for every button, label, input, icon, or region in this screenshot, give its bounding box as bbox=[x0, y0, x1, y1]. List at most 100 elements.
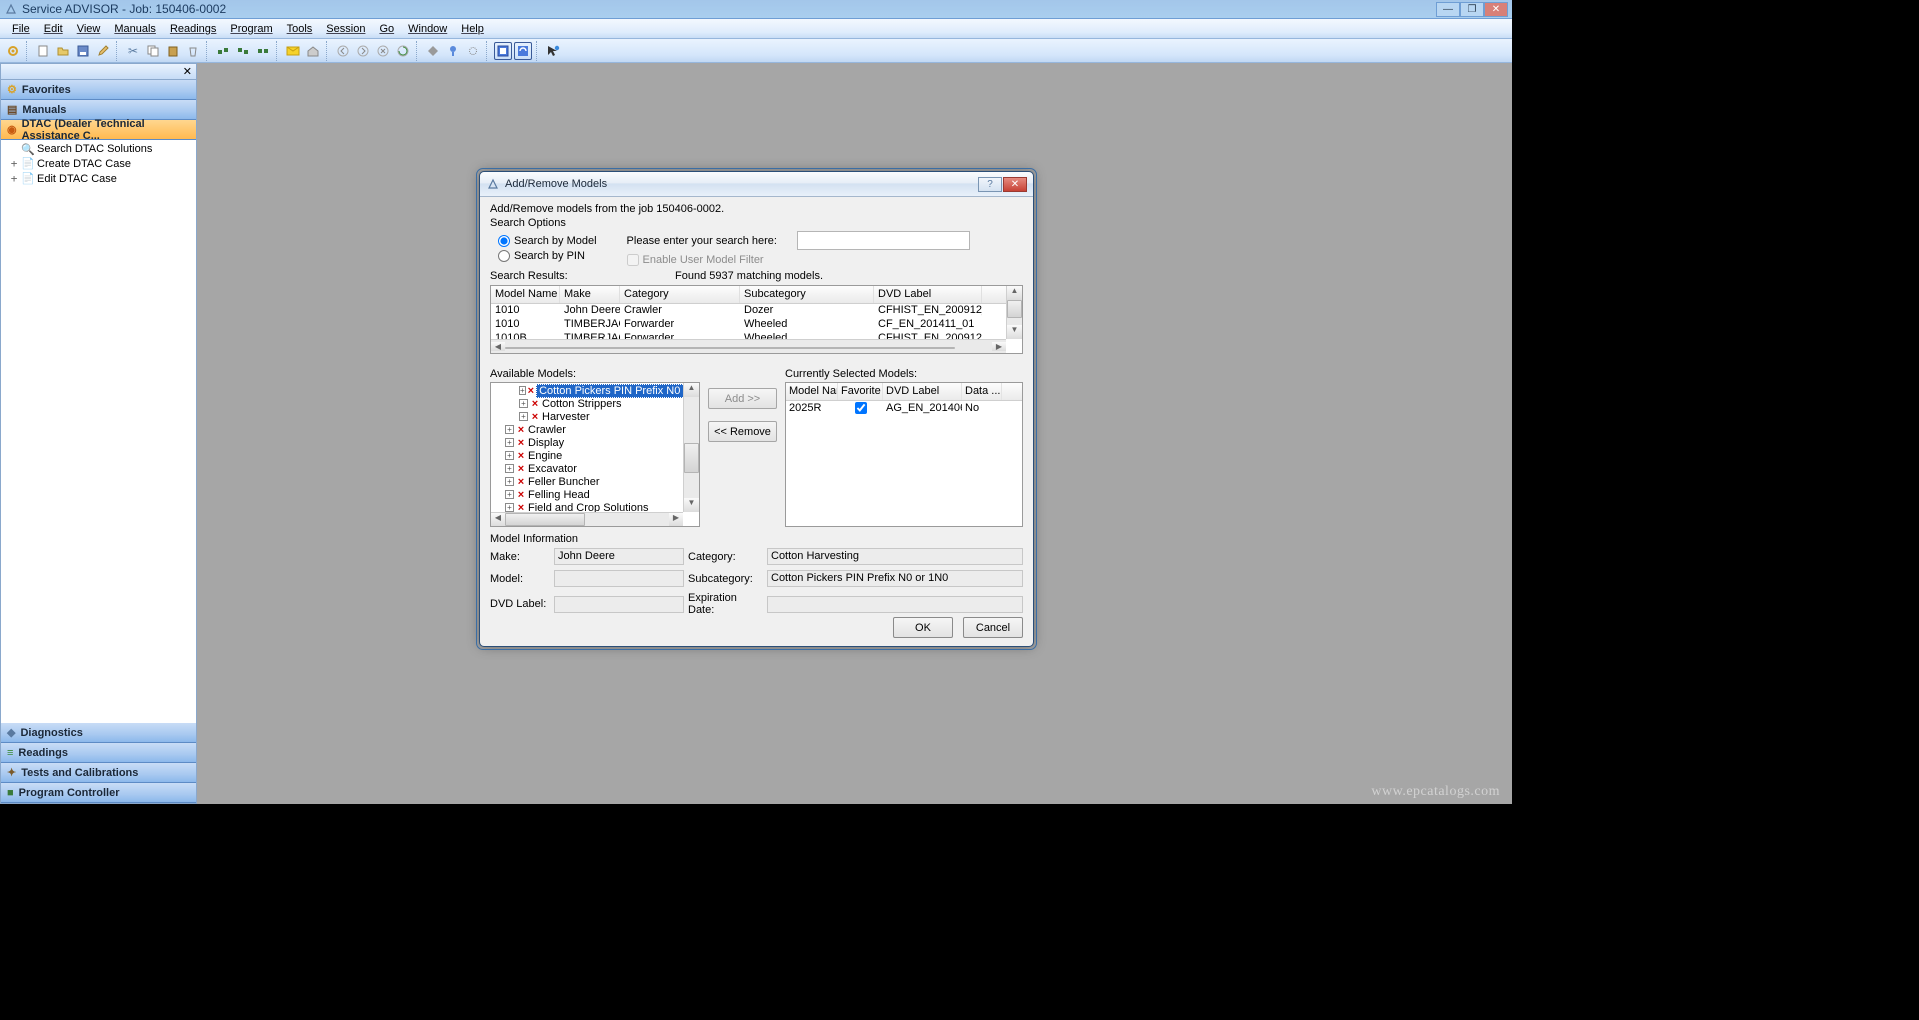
col-category[interactable]: Category bbox=[620, 286, 740, 303]
expand-icon[interactable]: + bbox=[505, 425, 514, 434]
avail-hscroll[interactable]: ◀▶ bbox=[491, 512, 683, 526]
sidebar-item-favorites[interactable]: ⚙ Favorites bbox=[1, 80, 196, 100]
menu-tools[interactable]: Tools bbox=[281, 21, 319, 37]
expand-icon[interactable]: + bbox=[505, 503, 514, 512]
selected-row[interactable]: 2025R AG_EN_201406... No bbox=[786, 401, 1022, 416]
dialog-help-button[interactable]: ? bbox=[978, 177, 1002, 192]
col-make[interactable]: Make bbox=[560, 286, 620, 303]
connect2-icon[interactable] bbox=[234, 42, 252, 60]
available-models-tree: +×Cotton Pickers PIN Prefix N0 or 1N+×Co… bbox=[490, 382, 700, 527]
menu-view[interactable]: View bbox=[71, 21, 107, 37]
tree-node[interactable]: +×Excavator bbox=[491, 462, 683, 475]
window-icon[interactable] bbox=[494, 42, 512, 60]
expand-icon[interactable]: + bbox=[505, 438, 514, 447]
fwd-icon[interactable] bbox=[354, 42, 372, 60]
sidebar-item-tests[interactable]: ✦ Tests and Calibrations bbox=[1, 763, 196, 783]
sel-col-model[interactable]: Model Name bbox=[786, 383, 838, 400]
menu-edit[interactable]: Edit bbox=[38, 21, 69, 37]
cut-icon[interactable]: ✂ bbox=[124, 42, 142, 60]
table-row[interactable]: 1010John DeereCrawlerDozerCFHIST_EN_2009… bbox=[491, 304, 1022, 318]
dialog-title: Add/Remove Models bbox=[505, 178, 977, 190]
sidebar-item-program[interactable]: ■ Program Controller bbox=[1, 783, 196, 803]
copy-icon[interactable] bbox=[144, 42, 162, 60]
results-table: Model Name Make Category Subcategory DVD… bbox=[490, 285, 1023, 354]
sidebar-close-icon[interactable]: ✕ bbox=[183, 65, 192, 78]
tree-item-edit-dtac[interactable]: + 📄 Edit DTAC Case bbox=[9, 171, 192, 186]
tree-node[interactable]: +×Field and Crop Solutions bbox=[491, 501, 683, 512]
tree-node[interactable]: +×Crawler bbox=[491, 423, 683, 436]
gear-icon: ⚙ bbox=[7, 83, 17, 96]
stop-icon[interactable] bbox=[374, 42, 392, 60]
expand-icon[interactable] bbox=[514, 42, 532, 60]
expand-icon[interactable]: + bbox=[519, 399, 528, 408]
expand-icon[interactable]: + bbox=[505, 451, 514, 460]
cancel-button[interactable]: Cancel bbox=[963, 617, 1023, 638]
results-vscroll[interactable]: ▲▼ bbox=[1006, 286, 1022, 339]
tree-item-create-dtac[interactable]: + 📄 Create DTAC Case bbox=[9, 156, 192, 171]
tree-node[interactable]: +×Cotton Pickers PIN Prefix N0 or 1N bbox=[491, 384, 683, 397]
settings-icon[interactable] bbox=[464, 42, 482, 60]
mail-icon[interactable] bbox=[284, 42, 302, 60]
expand-icon[interactable]: + bbox=[519, 412, 528, 421]
sel-col-fav[interactable]: Favorite bbox=[838, 383, 883, 400]
refresh-icon[interactable] bbox=[394, 42, 412, 60]
col-model[interactable]: Model Name bbox=[491, 286, 560, 303]
radio-search-by-pin[interactable]: Search by PIN bbox=[498, 250, 597, 262]
tree-node[interactable]: +×Display bbox=[491, 436, 683, 449]
search-input[interactable] bbox=[797, 231, 970, 250]
remove-button[interactable]: << Remove bbox=[708, 421, 777, 442]
ok-button[interactable]: OK bbox=[893, 617, 953, 638]
save-icon[interactable] bbox=[74, 42, 92, 60]
sidebar-item-readings[interactable]: ≡ Readings bbox=[1, 743, 196, 763]
trash-icon[interactable] bbox=[184, 42, 202, 60]
sidebar-item-diagnostics[interactable]: ◆ Diagnostics bbox=[1, 723, 196, 743]
menu-manuals[interactable]: Manuals bbox=[108, 21, 162, 37]
minimize-button[interactable]: — bbox=[1436, 2, 1460, 17]
open-icon[interactable] bbox=[54, 42, 72, 60]
tree-node[interactable]: +×Cotton Strippers bbox=[491, 397, 683, 410]
home-icon[interactable] bbox=[304, 42, 322, 60]
sel-col-data[interactable]: Data ... bbox=[962, 383, 1002, 400]
connect1-icon[interactable] bbox=[214, 42, 232, 60]
gear-icon[interactable] bbox=[4, 42, 22, 60]
back-icon[interactable] bbox=[334, 42, 352, 60]
menu-readings[interactable]: Readings bbox=[164, 21, 222, 37]
tree-node[interactable]: +×Harvester bbox=[491, 410, 683, 423]
sidebar-item-dtac[interactable]: ◉ DTAC (Dealer Technical Assistance C... bbox=[1, 120, 196, 140]
expand-icon[interactable]: + bbox=[519, 386, 526, 395]
new-icon[interactable] bbox=[34, 42, 52, 60]
tool-bar: ✂ bbox=[0, 39, 1512, 63]
results-hscroll[interactable]: ◀▶ bbox=[491, 339, 1006, 353]
connect3-icon[interactable] bbox=[254, 42, 272, 60]
dialog-icon bbox=[486, 177, 500, 191]
paste-icon[interactable] bbox=[164, 42, 182, 60]
menu-go[interactable]: Go bbox=[373, 21, 400, 37]
dialog-close-button[interactable]: ✕ bbox=[1003, 177, 1027, 192]
col-subcategory[interactable]: Subcategory bbox=[740, 286, 874, 303]
diamond-icon[interactable] bbox=[424, 42, 442, 60]
expand-icon[interactable]: + bbox=[505, 477, 514, 486]
add-button[interactable]: Add >> bbox=[708, 388, 777, 409]
tree-node[interactable]: +×Feller Buncher bbox=[491, 475, 683, 488]
menu-file[interactable]: File bbox=[6, 21, 36, 37]
cursor-help-icon[interactable] bbox=[544, 42, 562, 60]
tree-node[interactable]: +×Engine bbox=[491, 449, 683, 462]
avail-vscroll[interactable]: ▲▼ bbox=[683, 383, 699, 512]
radio-search-by-model[interactable]: Search by Model bbox=[498, 235, 597, 247]
tree-node[interactable]: +×Felling Head bbox=[491, 488, 683, 501]
expand-icon[interactable]: + bbox=[505, 490, 514, 499]
menu-help[interactable]: Help bbox=[455, 21, 490, 37]
menu-session[interactable]: Session bbox=[320, 21, 371, 37]
close-button[interactable]: ✕ bbox=[1484, 2, 1508, 17]
expand-icon[interactable]: + bbox=[505, 464, 514, 473]
favorite-checkbox[interactable] bbox=[855, 402, 867, 414]
table-row[interactable]: 1010TIMBERJACKForwarderWheeledCF_EN_2014… bbox=[491, 318, 1022, 332]
menu-window[interactable]: Window bbox=[402, 21, 453, 37]
col-dvd[interactable]: DVD Label bbox=[874, 286, 982, 303]
menu-program[interactable]: Program bbox=[224, 21, 278, 37]
maximize-button[interactable]: ❐ bbox=[1460, 2, 1484, 17]
edit-icon[interactable] bbox=[94, 42, 112, 60]
sel-col-dvd[interactable]: DVD Label bbox=[883, 383, 962, 400]
pin-icon[interactable] bbox=[444, 42, 462, 60]
tree-item-search-dtac[interactable]: 🔍 Search DTAC Solutions bbox=[9, 142, 192, 156]
